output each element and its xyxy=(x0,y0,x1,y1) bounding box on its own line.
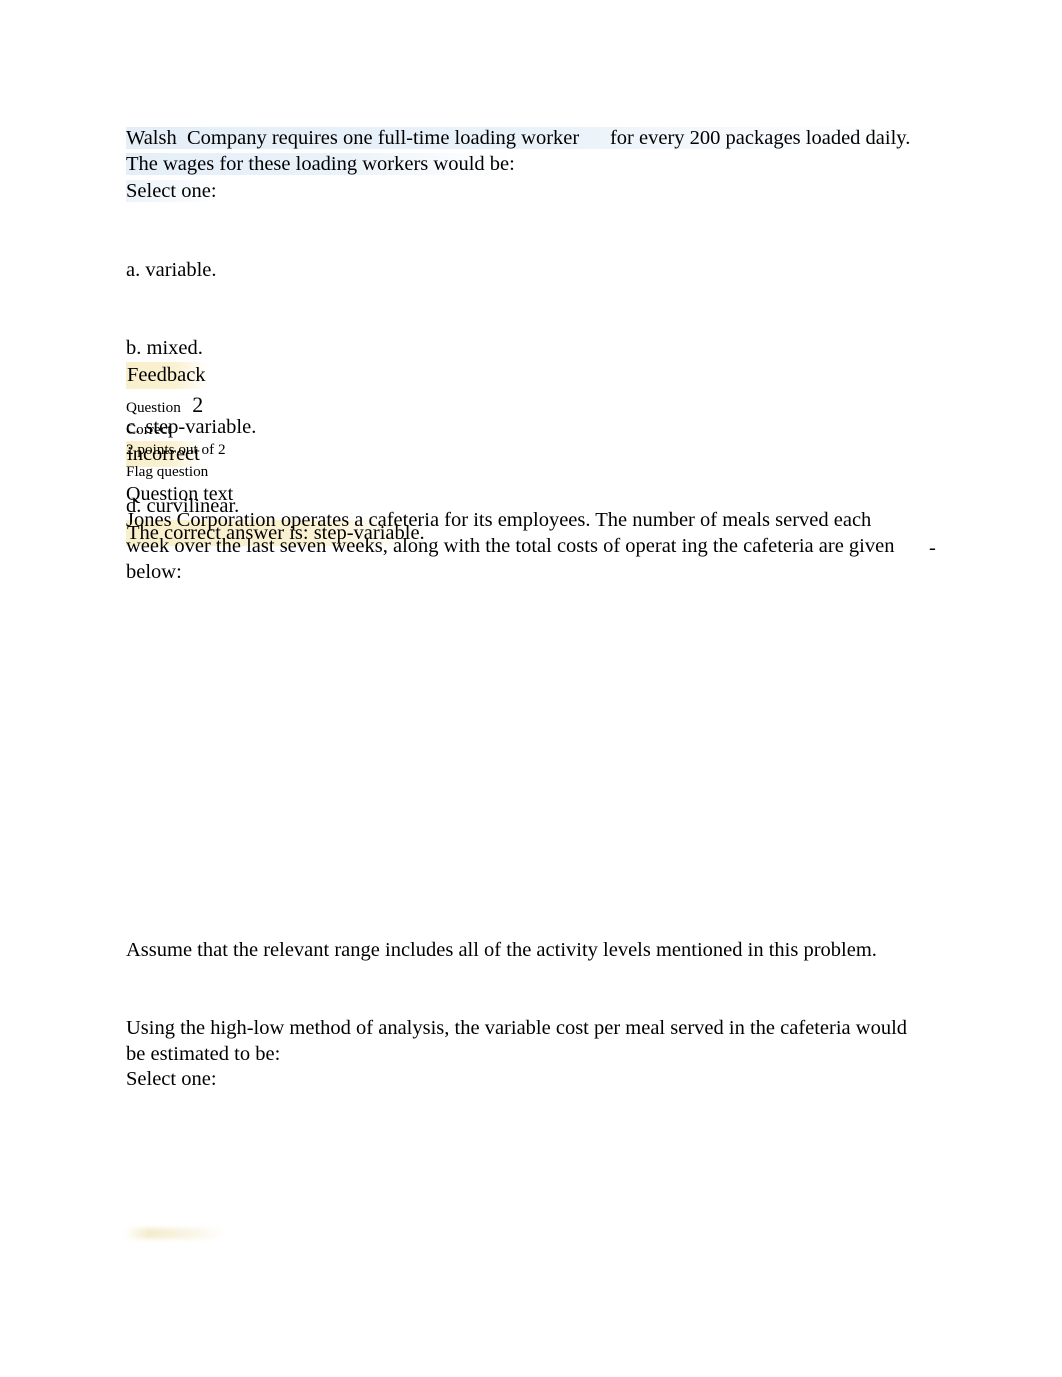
question1-select-prompt-text: Select one: xyxy=(126,180,217,202)
question2-status: Correct xyxy=(126,421,172,438)
question1-stem: Walsh Company requires one full-time loa… xyxy=(126,125,936,177)
document-page: Walsh Company requires one full-time loa… xyxy=(0,0,1062,1377)
question2-number: 2 xyxy=(192,392,204,417)
question2-text-label: Question text xyxy=(126,483,234,505)
residual-highlight-mark xyxy=(124,1228,224,1239)
question2-using-paragraph: Using the high-low method of analysis, t… xyxy=(126,1017,913,1066)
question1-stem-text: Walsh Company requires one full-time loa… xyxy=(126,127,916,176)
dangling-hyphen: - xyxy=(929,537,936,559)
question1-option-a[interactable]: a. variable. xyxy=(126,257,256,283)
question2-body: Jones Corporation operates a cafeteria f… xyxy=(126,509,900,584)
flag-question-link[interactable]: Flag question xyxy=(126,461,208,483)
feedback-heading: Feedback xyxy=(126,362,208,389)
question2-assume-paragraph: Assume that the relevant range includes … xyxy=(126,939,877,961)
question2-number-line: Question 2 xyxy=(126,394,203,419)
question2-points: 2 points out of 2 xyxy=(126,441,226,458)
question2-select-prompt: Select one: xyxy=(126,1068,217,1090)
question1-select-prompt: Select one: xyxy=(126,178,217,204)
question2-number-label: Question xyxy=(126,399,181,416)
